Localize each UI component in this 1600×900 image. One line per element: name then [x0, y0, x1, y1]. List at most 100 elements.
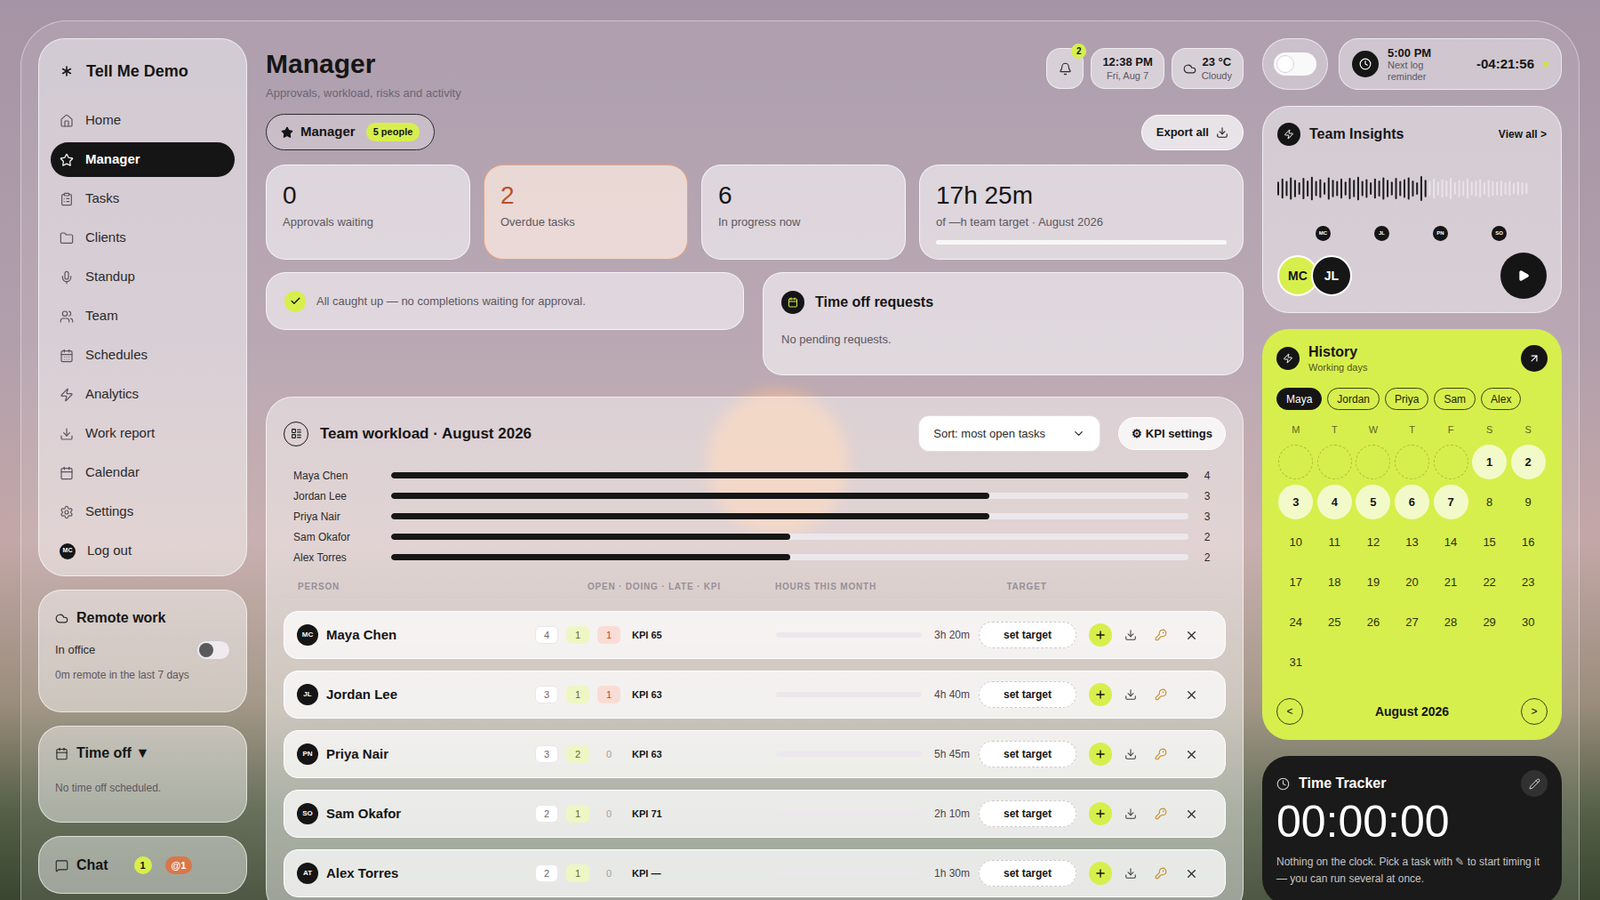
- stat-card[interactable]: 17h 25mof —h team target · August 2026: [919, 164, 1244, 260]
- person-tab[interactable]: Sam: [1433, 387, 1476, 410]
- table-row[interactable]: ATAlex Torres210KPI —1h 30mset target: [283, 848, 1226, 897]
- calendar-day[interactable]: 8: [1472, 484, 1507, 520]
- app-logo[interactable]: Tell Me Demo: [50, 58, 235, 84]
- person-tab[interactable]: Jordan: [1327, 387, 1380, 410]
- download-button[interactable]: [1119, 742, 1143, 766]
- sidebar-item[interactable]: Schedules: [50, 337, 235, 373]
- open-history-button[interactable]: [1520, 344, 1548, 372]
- calendar-day[interactable]: 18: [1317, 564, 1352, 600]
- set-target-button[interactable]: set target: [978, 859, 1077, 887]
- notification-button[interactable]: 2: [1046, 48, 1084, 89]
- remote-toggle[interactable]: [196, 640, 231, 660]
- sidebar-item[interactable]: Standup: [50, 259, 235, 295]
- calendar-day[interactable]: 22: [1472, 564, 1507, 600]
- remove-button[interactable]: [1179, 742, 1203, 766]
- calendar-day[interactable]: 6: [1394, 484, 1430, 520]
- member-marker[interactable]: PN: [1432, 225, 1448, 241]
- person-tab[interactable]: Priya: [1384, 387, 1429, 410]
- set-target-button[interactable]: set target: [978, 740, 1077, 768]
- calendar-day[interactable]: 4: [1317, 484, 1352, 520]
- remove-button[interactable]: [1179, 623, 1203, 647]
- add-button[interactable]: [1088, 801, 1112, 825]
- download-button[interactable]: [1119, 682, 1143, 706]
- speaker-avatar[interactable]: JL: [1311, 255, 1352, 296]
- remove-button[interactable]: [1179, 861, 1203, 885]
- stat-card[interactable]: 2Overdue tasks: [483, 164, 688, 260]
- next-month-button[interactable]: >: [1520, 697, 1548, 725]
- member-marker[interactable]: JL: [1374, 225, 1390, 241]
- add-button[interactable]: [1088, 861, 1112, 885]
- role-filter-chip[interactable]: Manager5 people: [265, 113, 435, 151]
- person-tab[interactable]: Maya: [1276, 387, 1322, 410]
- calendar-day[interactable]: 31: [1278, 644, 1313, 680]
- sidebar-item[interactable]: Analytics: [50, 376, 235, 412]
- table-row[interactable]: MCMaya Chen411KPI 653h 20mset target: [283, 610, 1226, 659]
- key-button[interactable]: [1149, 623, 1173, 647]
- stat-card[interactable]: 6In progress now: [701, 164, 906, 260]
- play-button[interactable]: [1500, 252, 1547, 299]
- download-button[interactable]: [1119, 861, 1143, 885]
- calendar-day[interactable]: 20: [1394, 564, 1430, 600]
- export-all-button[interactable]: Export all: [1141, 114, 1244, 151]
- calendar-day[interactable]: 7: [1433, 484, 1469, 520]
- calendar-day[interactable]: 28: [1433, 604, 1469, 640]
- theme-toggle-widget[interactable]: [1262, 38, 1328, 90]
- remove-button[interactable]: [1179, 682, 1203, 706]
- calendar-day[interactable]: 3: [1278, 484, 1313, 520]
- calendar-day[interactable]: 12: [1355, 524, 1391, 560]
- sidebar-item[interactable]: Manager: [50, 142, 235, 177]
- key-button[interactable]: [1149, 861, 1173, 885]
- table-row[interactable]: JLJordan Lee311KPI 634h 40mset target: [283, 670, 1226, 719]
- add-button[interactable]: [1088, 682, 1112, 706]
- download-button[interactable]: [1119, 623, 1143, 647]
- member-marker[interactable]: SO: [1491, 225, 1507, 241]
- sidebar-item[interactable]: MCLog out: [50, 533, 235, 568]
- stat-card[interactable]: 0Approvals waiting: [265, 164, 471, 260]
- sidebar-item[interactable]: Calendar: [50, 455, 235, 490]
- waveform[interactable]: [1277, 176, 1530, 201]
- member-marker[interactable]: MC: [1315, 225, 1331, 241]
- edit-tracker-button[interactable]: [1520, 769, 1548, 797]
- table-row[interactable]: SOSam Okafor210KPI 712h 10mset target: [283, 789, 1226, 838]
- sidebar-item[interactable]: Team: [50, 298, 235, 334]
- calendar-day[interactable]: 24: [1278, 604, 1313, 640]
- calendar-day[interactable]: 5: [1355, 484, 1391, 520]
- set-target-button[interactable]: set target: [978, 680, 1077, 708]
- person-tab[interactable]: Alex: [1480, 387, 1521, 410]
- sidebar-item[interactable]: Tasks: [50, 181, 235, 216]
- calendar-day[interactable]: 10: [1278, 524, 1313, 560]
- calendar-day[interactable]: 30: [1511, 604, 1546, 640]
- table-row[interactable]: PNPriya Nair320KPI 635h 45mset target: [283, 729, 1226, 778]
- calendar-day[interactable]: 16: [1511, 524, 1546, 560]
- remove-button[interactable]: [1179, 801, 1203, 825]
- calendar-day[interactable]: 26: [1355, 604, 1391, 640]
- calendar-day[interactable]: 21: [1433, 564, 1469, 600]
- sort-select[interactable]: Sort: most open tasks: [918, 415, 1101, 452]
- add-button[interactable]: [1088, 623, 1112, 647]
- calendar-day[interactable]: 15: [1472, 524, 1507, 560]
- prev-month-button[interactable]: <: [1276, 697, 1304, 725]
- calendar-day[interactable]: 27: [1394, 604, 1430, 640]
- set-target-button[interactable]: set target: [978, 800, 1077, 827]
- calendar-day[interactable]: 13: [1394, 524, 1430, 560]
- calendar-day[interactable]: 17: [1278, 564, 1313, 600]
- download-button[interactable]: [1119, 801, 1143, 825]
- sidebar-item[interactable]: Work report: [50, 416, 235, 451]
- calendar-day[interactable]: 25: [1317, 604, 1352, 640]
- calendar-day[interactable]: 19: [1355, 564, 1391, 600]
- key-button[interactable]: [1149, 742, 1173, 766]
- sidebar-item[interactable]: Settings: [50, 494, 235, 529]
- set-target-button[interactable]: set target: [978, 621, 1077, 648]
- calendar-day[interactable]: 11: [1317, 524, 1352, 560]
- view-all-link[interactable]: View all >: [1498, 126, 1547, 143]
- key-button[interactable]: [1149, 682, 1173, 706]
- calendar-day[interactable]: 2: [1511, 444, 1546, 480]
- calendar-day[interactable]: 14: [1433, 524, 1469, 560]
- calendar-day[interactable]: 9: [1511, 484, 1546, 520]
- add-button[interactable]: [1088, 742, 1112, 766]
- kpi-settings-button[interactable]: ⚙ KPI settings: [1118, 416, 1226, 450]
- calendar-day[interactable]: 23: [1511, 564, 1546, 600]
- key-button[interactable]: [1149, 801, 1173, 825]
- sidebar-item[interactable]: Home: [50, 103, 235, 138]
- chat-card[interactable]: Chat1@1: [38, 835, 248, 894]
